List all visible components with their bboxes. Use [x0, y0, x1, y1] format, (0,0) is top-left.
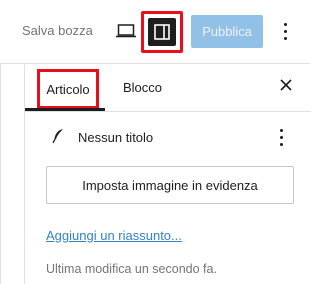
tab-blocco[interactable]: Blocco — [123, 80, 162, 95]
sidebar-tabs: Articolo Blocco — [25, 63, 311, 112]
sidebar-toggle-button[interactable] — [148, 18, 176, 46]
sidebar-panel-icon — [154, 24, 170, 40]
add-excerpt-link[interactable]: Aggiungi un riassunto... — [46, 228, 182, 243]
publish-button[interactable]: Pubblica — [191, 15, 263, 48]
feather-icon — [52, 129, 63, 144]
laptop-icon[interactable] — [116, 24, 136, 38]
active-tab-indicator — [25, 108, 105, 111]
set-featured-image-button[interactable]: Imposta immagine in evidenza — [46, 166, 294, 204]
tab-articolo[interactable]: Articolo — [37, 69, 99, 109]
settings-sidebar: Articolo Blocco Nessun titolo Imposta im… — [24, 63, 311, 284]
tab-articolo-label: Articolo — [46, 81, 90, 97]
close-icon[interactable] — [279, 78, 293, 92]
kebab-menu-icon[interactable] — [283, 23, 289, 41]
last-modified-text: Ultima modifica un secondo fa. — [46, 262, 217, 276]
save-draft-button[interactable]: Salva bozza — [22, 23, 93, 38]
post-summary-row: Nessun titolo — [25, 125, 311, 149]
post-title: Nessun titolo — [78, 130, 154, 145]
sidebar-toggle-highlight — [141, 11, 183, 53]
editor-canvas-edge — [0, 63, 1, 284]
kebab-menu-icon[interactable] — [279, 129, 285, 147]
editor-toolbar: Salva bozza Pubblica — [0, 0, 310, 64]
